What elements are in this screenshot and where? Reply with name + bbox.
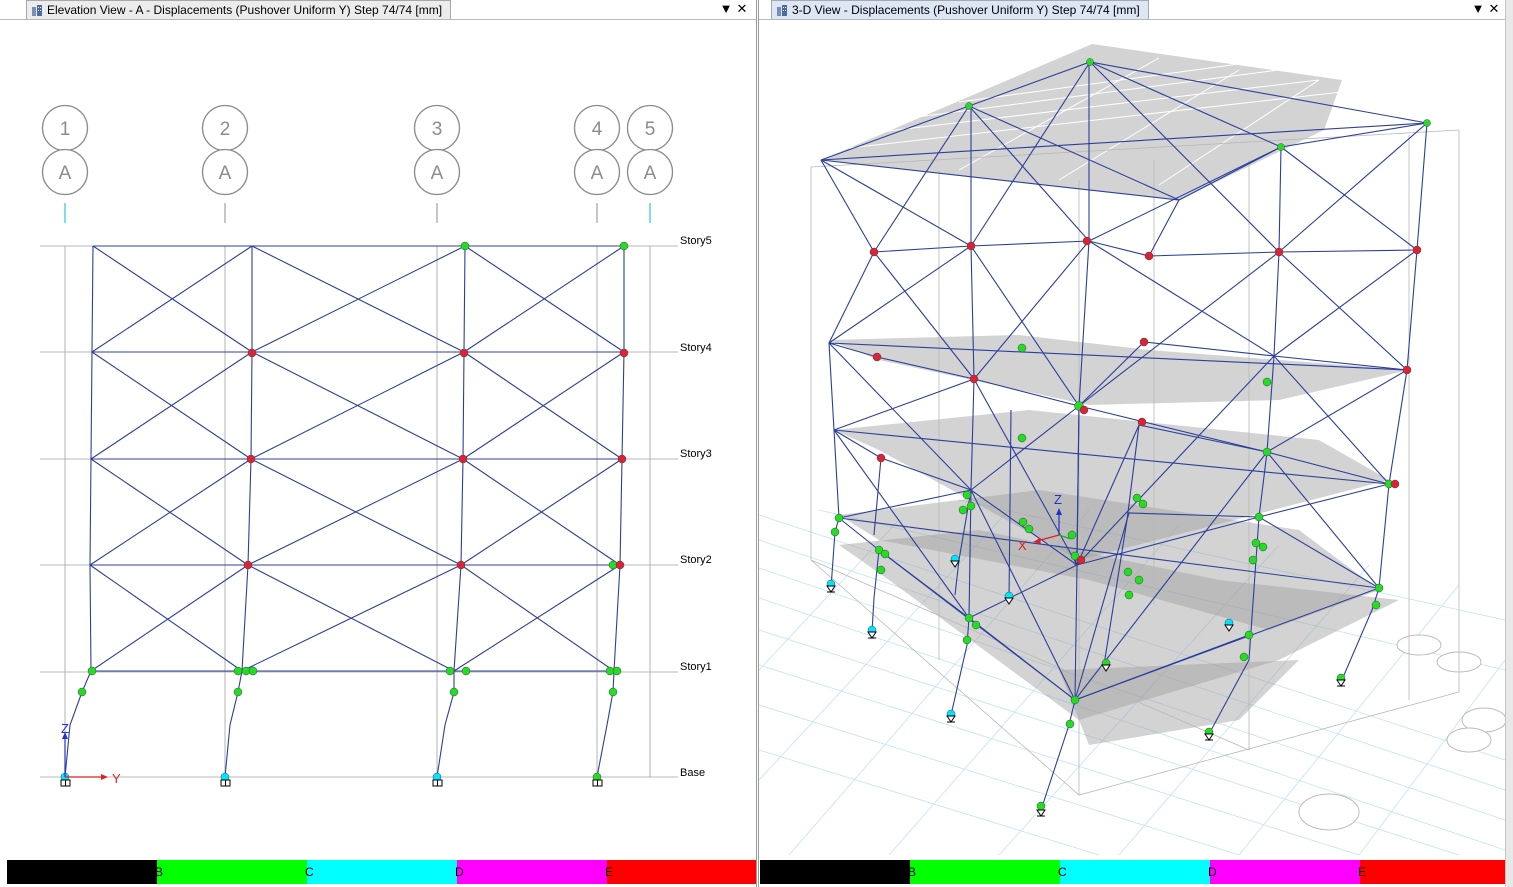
grid-letter-2: A: [219, 163, 232, 184]
grid-bubble-5: 5 A: [626, 104, 674, 196]
grid-number-4: 4: [592, 119, 603, 140]
legend-segment: [7, 860, 157, 884]
grid-bubble-2: 2 A: [201, 104, 249, 196]
story-label-3: Story3: [680, 448, 712, 460]
axis-triad-icon: Z Y: [61, 721, 121, 786]
legend-segment-c: C: [1058, 860, 1210, 884]
legend-segment-e: E: [1358, 860, 1505, 884]
legend-segment-d: D: [1208, 860, 1360, 884]
legend-segment-d: D: [455, 860, 607, 884]
3d-view-window[interactable]: 3-D View - Displacements (Pushover Unifo…: [758, 0, 1506, 887]
deformed-frame: [64, 245, 625, 778]
axis-label-y: Y: [112, 771, 121, 786]
elevation-drawing-canvas[interactable]: 1 A 2 A 3 A 4 A 5 A Story5 Story4 Story3…: [0, 20, 756, 855]
3d-view-tab[interactable]: 3-D View - Displacements (Pushover Unifo…: [771, 0, 1149, 19]
building-icon: [32, 5, 42, 16]
axis-label-z: Z: [61, 721, 69, 736]
close-icon[interactable]: ✕: [1487, 1, 1501, 17]
story-labels: Story5 Story4 Story3 Story2 Story1 Base: [680, 235, 712, 779]
3d-drawing-canvas[interactable]: Z X: [759, 20, 1505, 855]
grid-letter-5: A: [644, 163, 657, 184]
grid-bubbles: 1 A 2 A 3 A 4 A 5 A: [41, 104, 674, 223]
3d-axis-label-x: X: [1018, 538, 1027, 553]
hinge-state-legend: B C D E: [7, 860, 756, 884]
grid-number-1: 1: [60, 119, 71, 140]
story-gridlines: [40, 245, 678, 778]
close-icon[interactable]: ✕: [735, 1, 749, 17]
grid-number-3: 3: [432, 119, 443, 140]
story-label-1: Story1: [680, 661, 712, 673]
grid-number-2: 2: [220, 119, 231, 140]
story-label-4: Story4: [680, 342, 712, 354]
3d-grid-bubbles: [1298, 634, 1505, 831]
chevron-down-icon[interactable]: ▼: [1471, 1, 1485, 17]
building-icon: [777, 5, 787, 16]
legend-segment: [760, 860, 910, 884]
legend-segment-e: E: [605, 860, 756, 884]
3d-axis-label-z: Z: [1054, 492, 1062, 507]
elevation-view-title: Elevation View - A - Displacements (Push…: [47, 3, 443, 17]
support-icons: [60, 779, 603, 787]
grid-number-5: 5: [645, 119, 656, 140]
chevron-down-icon[interactable]: ▼: [719, 1, 733, 17]
grid-bubble-1: 1 A: [41, 104, 89, 196]
elevation-view-tab[interactable]: Elevation View - A - Displacements (Push…: [26, 0, 452, 19]
grid-letter-3: A: [431, 163, 444, 184]
grid-bubble-3: 3 A: [413, 104, 461, 196]
legend-segment-b: B: [155, 860, 307, 884]
legend-segment-b: B: [908, 860, 1060, 884]
vertical-scrollbar[interactable]: [1505, 0, 1513, 887]
story-label-5: Story5: [680, 235, 712, 247]
floor-slabs: [821, 44, 1409, 745]
grid-bubble-4: 4 A: [573, 104, 621, 196]
legend-segment-c: C: [305, 860, 457, 884]
3d-hinge-state-legend: B C D E: [760, 860, 1505, 884]
story-label-base: Base: [680, 767, 705, 779]
3d-view-title: 3-D View - Displacements (Pushover Unifo…: [792, 3, 1140, 17]
elevation-view-window[interactable]: Elevation View - A - Displacements (Push…: [0, 0, 757, 887]
grid-letter-4: A: [591, 163, 604, 184]
story-label-2: Story2: [680, 554, 712, 566]
grid-letter-1: A: [59, 163, 72, 184]
